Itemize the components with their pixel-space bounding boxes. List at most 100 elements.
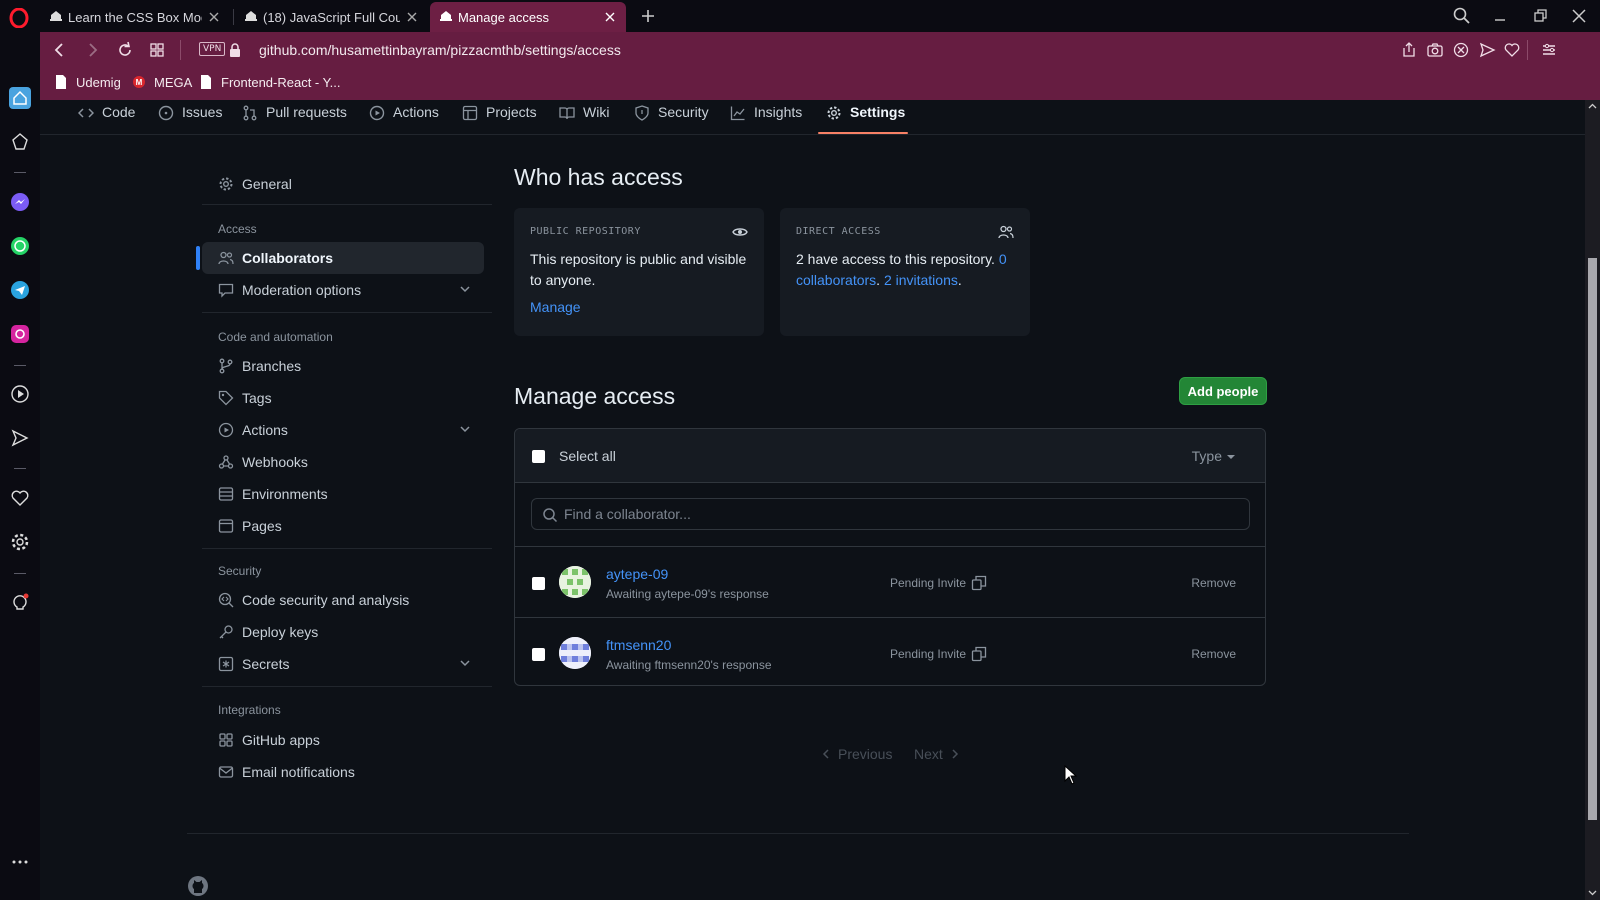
bookmark-udemig[interactable]: Udemig [54, 74, 121, 90]
menu-code-security[interactable]: Code security and analysis [202, 584, 484, 616]
close-tab-icon[interactable] [206, 9, 222, 25]
select-all-checkbox[interactable] [532, 450, 545, 463]
menu-deploy-keys[interactable]: Deploy keys [202, 616, 484, 648]
settings-icon[interactable] [9, 531, 31, 553]
tab-css-box-model[interactable]: Learn the CSS Box Model b [40, 2, 230, 32]
collaborator-status: Awaiting ftmsenn20's response [606, 658, 772, 672]
menu-tags[interactable]: Tags [202, 382, 484, 414]
pagination-previous[interactable]: Previous [820, 746, 892, 762]
close-window-icon[interactable] [1569, 6, 1589, 26]
tab-javascript-course[interactable]: (18) JavaScript Full Course ( [235, 2, 428, 32]
scrollbar-thumb[interactable] [1588, 258, 1597, 820]
heart-icon[interactable] [1502, 40, 1522, 60]
page-icon [56, 75, 66, 89]
menu-branches[interactable]: Branches [202, 350, 484, 382]
menu-github-apps[interactable]: GitHub apps [202, 724, 484, 756]
scroll-down-icon[interactable] [1588, 888, 1597, 897]
more-dots-icon[interactable] [9, 851, 31, 873]
remove-button[interactable]: Remove [1191, 576, 1236, 590]
tab-insights[interactable]: Insights [730, 100, 802, 135]
invitations-count-link[interactable]: 2 invitations [884, 272, 958, 288]
menu-collaborators[interactable]: Collaborators [196, 242, 484, 274]
minimize-icon[interactable] [1490, 6, 1510, 26]
home-icon[interactable] [9, 87, 31, 109]
tab-pull-requests[interactable]: Pull requests [242, 100, 347, 135]
url-field[interactable]: github.com/husamettinbayram/pizzacmthb/s… [259, 42, 621, 58]
pagination-next[interactable]: Next [914, 746, 961, 762]
close-tab-icon[interactable] [404, 9, 420, 25]
opera-logo-icon[interactable] [9, 8, 29, 28]
copy-icon[interactable] [971, 575, 987, 591]
tab-manage-access[interactable]: Manage access [430, 2, 626, 32]
tips-lightbulb-icon[interactable] [9, 592, 31, 614]
new-tab-icon[interactable] [638, 6, 658, 26]
snapshot-icon[interactable] [1425, 40, 1445, 60]
forward-icon[interactable] [82, 40, 102, 60]
bookmarks-heart-icon[interactable] [9, 487, 31, 509]
tab-settings[interactable]: Settings [826, 100, 905, 135]
select-all-label[interactable]: Select all [559, 448, 616, 464]
vpn-badge[interactable]: VPN [199, 42, 226, 56]
share-icon[interactable] [1399, 40, 1419, 60]
row-checkbox[interactable] [532, 577, 545, 590]
github-logo-icon[interactable] [187, 875, 209, 897]
row-checkbox[interactable] [532, 648, 545, 661]
menu-webhooks[interactable]: Webhooks [202, 446, 484, 478]
type-filter-dropdown[interactable]: Type [1192, 448, 1235, 464]
instagram-icon[interactable] [9, 323, 31, 345]
code-icon [78, 108, 94, 118]
flow-icon[interactable] [9, 427, 31, 449]
tab-issues[interactable]: Issues [158, 100, 222, 135]
close-tab-icon[interactable] [602, 9, 618, 25]
reload-icon[interactable] [115, 40, 135, 60]
menu-heading-security: Security [218, 564, 262, 578]
menu-moderation-options[interactable]: Moderation options [202, 274, 484, 306]
restore-icon[interactable] [1530, 6, 1550, 26]
add-people-button[interactable]: Add people [1179, 377, 1267, 405]
tab-actions[interactable]: Actions [369, 100, 439, 135]
manage-visibility-link[interactable]: Manage [530, 299, 748, 315]
lock-icon[interactable] [227, 42, 243, 58]
tab-wiki[interactable]: Wiki [559, 100, 609, 135]
back-icon[interactable] [50, 40, 70, 60]
page-scrollbar[interactable] [1585, 100, 1600, 900]
search-tabs-icon[interactable] [1452, 6, 1472, 26]
menu-actions[interactable]: Actions [202, 414, 484, 446]
tab-code[interactable]: Code [78, 100, 135, 135]
collaborator-username[interactable]: ftmsenn20 [606, 637, 671, 653]
menu-environments[interactable]: Environments [202, 478, 484, 510]
avatar[interactable] [559, 566, 591, 598]
bookmark-mega[interactable]: M MEGA [132, 74, 192, 90]
find-collaborator-input[interactable] [531, 498, 1250, 530]
collaborator-username[interactable]: aytepe-09 [606, 566, 668, 582]
adblock-icon[interactable] [1451, 40, 1471, 60]
telegram-icon[interactable] [9, 279, 31, 301]
chevron-down-icon[interactable] [458, 422, 472, 436]
aria-icon[interactable] [9, 131, 31, 153]
selected-tab-underline [818, 132, 908, 134]
send-icon[interactable] [1477, 40, 1497, 60]
copy-icon[interactable] [971, 646, 987, 662]
menu-general[interactable]: General [202, 168, 484, 200]
tab-security[interactable]: Security [634, 100, 709, 135]
menu-email-notifications[interactable]: Email notifications [202, 756, 484, 788]
player-icon[interactable] [9, 383, 31, 405]
remove-button[interactable]: Remove [1191, 647, 1236, 661]
menu-divider [202, 204, 492, 205]
scroll-up-icon[interactable] [1588, 102, 1597, 111]
whatsapp-icon[interactable] [9, 235, 31, 257]
chevron-left-icon [822, 749, 829, 759]
menu-secrets[interactable]: Secrets [202, 648, 484, 680]
bookmark-frontend-react[interactable]: Frontend-React - Y... [199, 74, 340, 90]
easy-setup-icon[interactable] [1539, 40, 1559, 60]
chevron-down-icon[interactable] [458, 282, 472, 296]
repo-nav: Code Issues Pull requests Actions Projec… [40, 100, 1585, 135]
pending-invite: Pending Invite [890, 646, 987, 662]
avatar[interactable] [559, 637, 591, 669]
chevron-down-icon[interactable] [458, 656, 472, 670]
address-divider [180, 40, 181, 60]
tabs-grid-icon[interactable] [147, 40, 167, 60]
menu-pages[interactable]: Pages [202, 510, 484, 542]
tab-projects[interactable]: Projects [462, 100, 537, 135]
messenger-icon[interactable] [9, 191, 31, 213]
